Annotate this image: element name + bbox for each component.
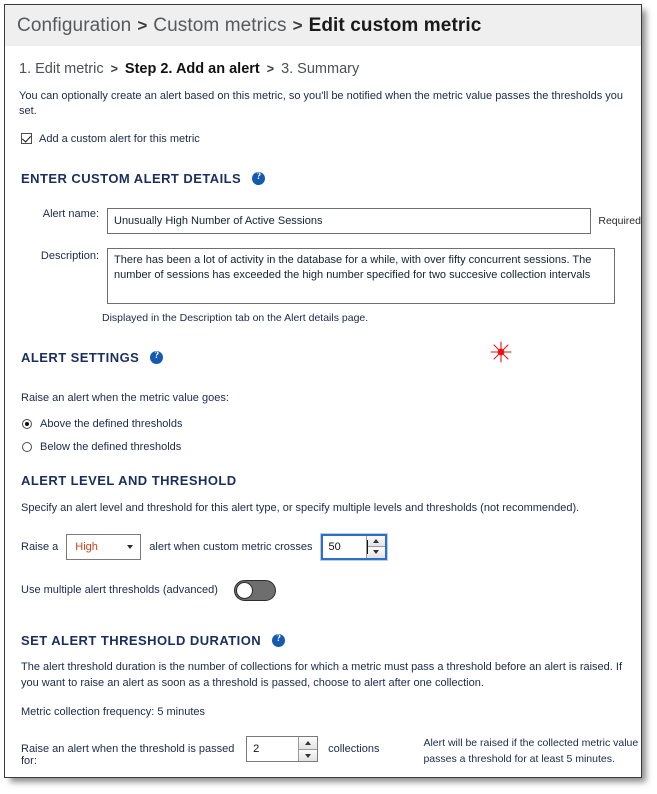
alert-name-label: Alert name: <box>42 207 99 220</box>
collections-row: Raise an alert when the threshold is pas… <box>5 736 641 768</box>
multiple-thresholds-label: Use multiple alert thresholds (advanced) <box>21 584 218 597</box>
toggle-knob <box>235 581 253 599</box>
help-icon[interactable]: ? <box>252 171 266 185</box>
checkbox-icon[interactable] <box>21 133 32 145</box>
passed-for-label: Raise an alert when the threshold is pas… <box>21 743 235 768</box>
breadcrumb-item-configuration[interactable]: Configuration <box>17 15 131 37</box>
section-header-alert-details: ENTER CUSTOM ALERT DETAILS ? <box>5 171 641 186</box>
step-separator: > <box>110 62 118 76</box>
breadcrumb: Configuration > Custom metrics > Edit cu… <box>5 5 641 46</box>
description-row: Description: <box>5 247 641 304</box>
section-header-threshold-duration: SET ALERT THRESHOLD DURATION ? <box>5 633 641 648</box>
multiple-thresholds-toggle[interactable] <box>233 579 276 601</box>
alert-level-value: High <box>75 540 98 553</box>
triangle-down-icon <box>305 753 312 758</box>
breadcrumb-separator: > <box>137 15 148 35</box>
stepper-buttons[interactable] <box>298 737 318 762</box>
stepper-down-button[interactable] <box>299 748 318 762</box>
collection-frequency-text: Metric collection frequency: 5 minutes <box>21 706 206 719</box>
help-icon[interactable]: ? <box>150 350 164 364</box>
breadcrumb-separator: > <box>292 15 303 35</box>
alert-level-select[interactable]: High <box>66 533 142 560</box>
wizard-steps: 1. Edit metric > Step 2. Add an alert > … <box>5 46 641 77</box>
breadcrumb-item-edit-custom-metric: Edit custom metric <box>308 14 482 36</box>
stepper-buttons[interactable] <box>365 535 385 558</box>
radio-below-label: Below the defined thresholds <box>40 440 182 453</box>
description-hint: Displayed in the Description tab on the … <box>102 311 369 324</box>
triangle-down-icon <box>372 550 379 555</box>
collections-value[interactable]: 2 <box>247 737 298 761</box>
add-custom-alert-label: Add a custom alert for this metric <box>39 132 200 145</box>
level-threshold-description: Specify an alert level and threshold for… <box>21 501 580 514</box>
section-title: SET ALERT THRESHOLD DURATION <box>21 632 262 648</box>
radio-below-thresholds[interactable]: Below the defined thresholds <box>5 441 641 453</box>
threshold-side-note: Alert will be raised if the collected me… <box>423 737 639 766</box>
section-title: ALERT LEVEL AND THRESHOLD <box>21 472 237 488</box>
step-add-an-alert: Step 2. Add an alert <box>124 61 260 77</box>
radio-above-thresholds[interactable]: Above the defined thresholds <box>5 418 641 430</box>
threshold-value-stepper[interactable]: 50 <box>319 532 388 561</box>
description-textarea[interactable] <box>107 247 615 304</box>
collections-unit-label: collections <box>328 743 380 756</box>
collections-stepper[interactable]: 2 <box>246 736 319 763</box>
help-icon[interactable]: ? <box>272 633 286 647</box>
multiple-thresholds-row: Use multiple alert thresholds (advanced) <box>5 579 641 601</box>
radio-icon[interactable] <box>22 418 32 429</box>
radio-above-label: Above the defined thresholds <box>40 417 183 430</box>
required-label: Required <box>598 214 641 227</box>
raise-a-label: Raise a <box>21 540 59 553</box>
chevron-down-icon <box>127 544 134 549</box>
alert-name-input[interactable] <box>107 207 592 234</box>
description-label: Description: <box>40 249 99 262</box>
add-custom-alert-checkbox-row[interactable]: Add a custom alert for this metric <box>5 119 641 145</box>
section-header-level-threshold: ALERT LEVEL AND THRESHOLD <box>5 473 641 488</box>
stepper-down-button[interactable] <box>366 546 385 558</box>
step-summary[interactable]: 3. Summary <box>281 61 359 77</box>
section-title: ENTER CUSTOM ALERT DETAILS <box>21 170 242 186</box>
section-title: ALERT SETTINGS <box>21 349 140 365</box>
section-header-alert-settings: ALERT SETTINGS ? <box>5 350 641 365</box>
breadcrumb-item-custom-metrics[interactable]: Custom metrics <box>153 15 286 37</box>
radio-icon[interactable] <box>22 441 32 452</box>
level-threshold-row: Raise a High alert when custom metric cr… <box>5 532 641 561</box>
alert-name-row: Alert name: Required <box>5 207 641 234</box>
page-container: Configuration > Custom metrics > Edit cu… <box>4 4 642 778</box>
threshold-value[interactable]: 50 <box>323 536 368 558</box>
alert-direction-prompt: Raise an alert when the metric value goe… <box>21 391 229 404</box>
stepper-up-button[interactable] <box>366 535 385 547</box>
triangle-up-icon <box>372 538 379 543</box>
crosses-label: alert when custom metric crosses <box>149 540 313 553</box>
step-edit-metric[interactable]: 1. Edit metric <box>19 61 104 77</box>
intro-text: You can optionally create an alert based… <box>19 90 623 117</box>
step-separator: > <box>266 62 275 76</box>
threshold-duration-description: The alert threshold duration is the numb… <box>21 660 623 689</box>
stepper-up-button[interactable] <box>299 737 318 749</box>
triangle-up-icon <box>305 741 312 746</box>
